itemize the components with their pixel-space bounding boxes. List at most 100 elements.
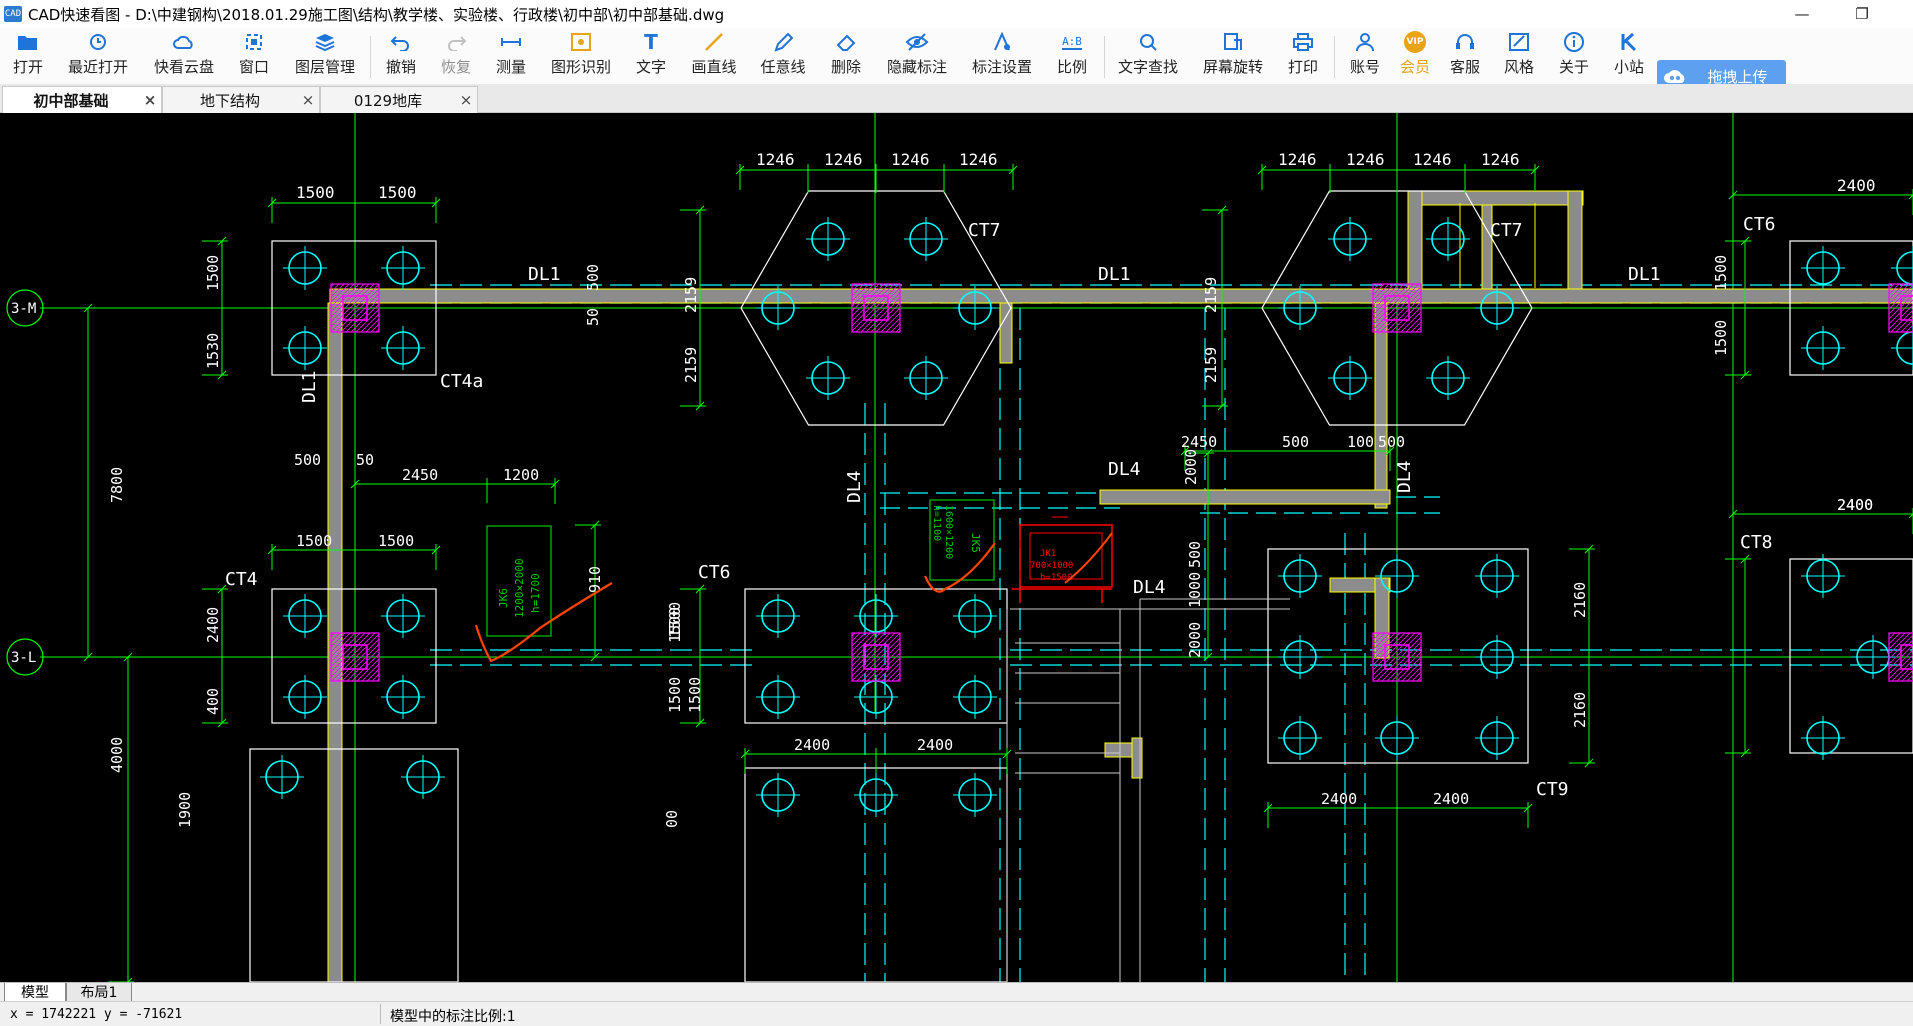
dimension-text: 2159 (1202, 347, 1220, 383)
column (330, 283, 380, 333)
pile-cap-label: CT4 (225, 569, 258, 590)
dimension-text: 1246 (824, 150, 863, 169)
print-label: 打印 (1287, 58, 1318, 76)
shape-recognition-label: 图形识别 (550, 58, 611, 76)
beam-label: DL1 (528, 264, 561, 285)
minimize-icon: — (1794, 5, 1810, 23)
dimension-text: 1246 (1278, 150, 1317, 169)
restore-icon: ❐ (1855, 5, 1869, 23)
close-icon[interactable]: × (139, 91, 161, 109)
vip-icon: VIP (1404, 30, 1426, 54)
delete-button[interactable]: 删除 (824, 30, 868, 82)
dimension-text: 500 (584, 264, 602, 291)
dimension-text: 1246 (1346, 150, 1385, 169)
pit-label: h=1100 (931, 505, 942, 541)
redo-label: 恢复 (440, 58, 471, 76)
layer-manager-button[interactable]: 图层管理 (290, 30, 360, 82)
beam-label: DL1 (1098, 264, 1131, 285)
tab-chuzhongbu-jichu[interactable]: 初中部基础 × (2, 86, 162, 113)
text-search-icon (1137, 30, 1159, 54)
pit-label: 700×1000 (1030, 561, 1073, 571)
station-label: 小站 (1613, 58, 1644, 76)
about-label: 关于 (1558, 58, 1589, 76)
restore-button[interactable]: ❐ (1832, 0, 1892, 28)
tab-0129-diku[interactable]: 0129地库 × (320, 86, 478, 113)
minimize-button[interactable]: — (1772, 0, 1832, 28)
dimension-text: 1000 (1186, 572, 1204, 608)
annotation-settings-button[interactable]: 标注设置 (967, 30, 1037, 82)
axis-label: 3-L (11, 650, 36, 666)
dimension-text: 1246 (1481, 150, 1520, 169)
text-button[interactable]: T 文字 (629, 30, 673, 82)
draw-line-button[interactable]: 画直线 (686, 30, 742, 82)
scale-label: 比例 (1056, 58, 1087, 76)
dimension-text: 2400 (1837, 496, 1873, 514)
undo-button[interactable]: 撤销 (379, 30, 423, 82)
window-icon (244, 30, 264, 54)
layer-manager-label: 图层管理 (294, 58, 355, 76)
pit-label: JK5 (969, 533, 982, 553)
print-button[interactable]: 打印 (1281, 30, 1325, 82)
cursor-coordinates: x = 1742221 y = -71621 (10, 1007, 183, 1022)
column (851, 632, 901, 682)
dimension-text: 1500 (378, 183, 417, 202)
history-icon (88, 30, 108, 54)
dimension-text: 2400 (917, 736, 953, 754)
foundation-beam (1407, 190, 1423, 290)
tab-model[interactable]: 模型 (4, 983, 66, 1002)
cloud-disk-button[interactable]: 快看云盘 (148, 30, 220, 82)
screen-rotate-button[interactable]: 屏幕旋转 (1198, 30, 1268, 82)
column (1372, 632, 1422, 682)
open-button[interactable]: 打开 (6, 30, 50, 82)
pit-label: JK6 (497, 588, 510, 608)
about-button[interactable]: 关于 (1552, 30, 1596, 82)
close-icon[interactable]: × (455, 91, 477, 109)
dimension-text: 100 (1347, 433, 1374, 451)
recent-button[interactable]: 最近打开 (62, 30, 134, 82)
dimension-text: 500 (294, 451, 321, 469)
close-icon[interactable]: × (297, 91, 319, 109)
dimension-text: 00 (663, 810, 681, 828)
eraser-icon (835, 30, 857, 54)
text-label: 文字 (635, 58, 666, 76)
redo-button[interactable]: 恢复 (434, 30, 478, 82)
tab-layout1[interactable]: 布局1 (66, 983, 132, 1002)
drawing-canvas[interactable]: 3-M 3-L CT7 CT7 CT6 CT4a CT4 CT6 CT8 CT9 DL1 DL1 DL1… (0, 113, 1913, 982)
foundation-beam (1407, 190, 1584, 206)
scale-button[interactable]: A:B 比例 (1050, 30, 1094, 82)
toolbar-separator (370, 36, 371, 78)
dimension-text: 2400 (794, 736, 830, 754)
annotation-text-layer: 3-M 3-L CT7 CT7 CT6 CT4a CT4 CT6 CT8 CT9 DL1 DL1 DL1… (11, 150, 1876, 828)
recent-label: 最近打开 (67, 58, 128, 76)
dimension-text: 2159 (682, 347, 700, 383)
tab-dixia-jiegou[interactable]: 地下结构 × (162, 86, 320, 113)
beam-label: DL4 (1108, 459, 1141, 480)
undo-icon (390, 30, 412, 54)
dimension-text: 2450 (402, 466, 438, 484)
account-button[interactable]: 账号 (1343, 30, 1387, 82)
station-button[interactable]: 小站 (1607, 30, 1651, 82)
window-button[interactable]: 窗口 (232, 30, 276, 82)
dimension-text: 50 (584, 308, 602, 326)
dimension-text: 2160 (1571, 692, 1589, 728)
cad-drawing[interactable]: 3-M 3-L CT7 CT7 CT6 CT4a CT4 CT6 CT8 CT9 DL1 DL1 DL1… (0, 113, 1913, 982)
hide-annotation-button[interactable]: 隐藏标注 (882, 30, 952, 82)
freehand-markup (923, 542, 996, 593)
column (1372, 283, 1422, 333)
dimension-text: 2000 (1182, 449, 1200, 485)
style-button[interactable]: 风格 (1497, 30, 1541, 82)
text-icon: T (644, 30, 658, 54)
text-search-button[interactable]: 文字查找 (1113, 30, 1183, 82)
measure-button[interactable]: 测量 (489, 30, 533, 82)
print-icon (1292, 30, 1314, 54)
shape-recognition-button[interactable]: 图形识别 (546, 30, 616, 82)
layout-tab-bar: 模型 布局1 (0, 982, 1913, 1002)
tab-label: 0129地库 (353, 91, 423, 110)
pit-label: 1200×2000 (513, 558, 526, 618)
vip-button[interactable]: VIP 会员 (1393, 30, 1437, 82)
foundation-beam (329, 288, 1913, 304)
dimension-text: 1246 (1413, 150, 1452, 169)
pile-cap-label: CT8 (1740, 532, 1773, 553)
customer-service-button[interactable]: 客服 (1443, 30, 1487, 82)
freehand-button[interactable]: 任意线 (755, 30, 811, 82)
